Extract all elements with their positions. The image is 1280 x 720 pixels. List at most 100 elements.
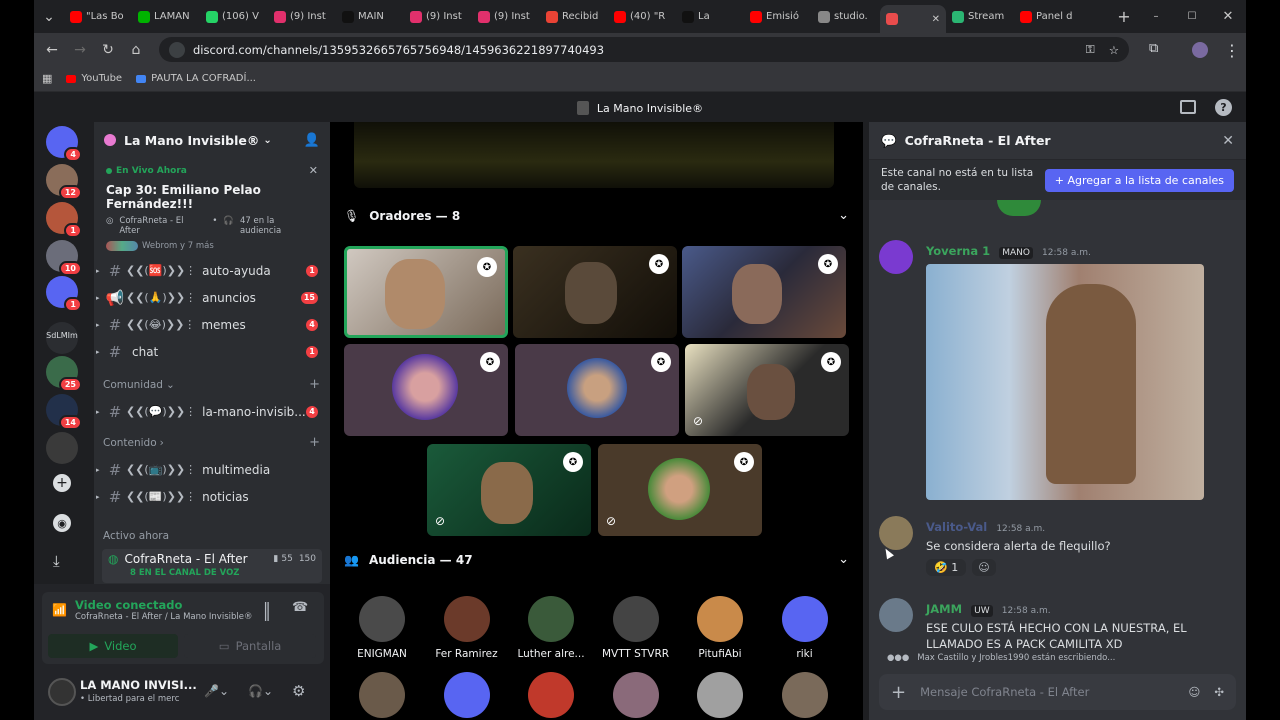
browser-tab[interactable]: (40) "R [608,5,676,29]
audience-member[interactable]: MVTT STVRR [601,596,671,660]
apps-grid-icon[interactable]: ▦ [42,72,52,85]
browser-tab[interactable]: (9) Inst [404,5,472,29]
message-author[interactable]: Valito-Val [926,520,987,534]
server-icon[interactable]: 4 [46,126,82,162]
audience-member[interactable] [685,672,755,720]
audience-member[interactable]: ENIGMAN [347,596,417,660]
minimize-icon[interactable]: – [1138,11,1174,22]
message-composer[interactable]: + Mensaje CofraRneta - El After ☺ ✣ [879,674,1236,710]
speaker-tile[interactable]: ✪ [513,246,677,338]
channel-item[interactable]: ▸ # ❮❮(😂)❯❯⋮ memes 4 [94,311,330,338]
reaction-pill[interactable]: 🤣 1 [926,559,967,576]
browser-tab[interactable]: studio. [812,5,880,29]
speaker-tile[interactable]: ✪ ⊘ [598,444,762,536]
audience-member[interactable] [516,672,586,720]
category-contenido[interactable]: Contenido › + [94,429,330,456]
speaker-tile[interactable]: ✪ ⊘ [685,344,849,436]
address-bar[interactable]: discord.com/channels/1359532665765756948… [159,37,1129,62]
download-icon[interactable]: ⤓ [53,552,60,570]
moderator-icon[interactable]: ✪ [818,254,838,274]
add-reaction-icon[interactable]: ☺ [972,559,996,576]
close-window-icon[interactable]: ✕ [1210,9,1246,24]
audience-member[interactable]: Luther alre... [516,596,586,660]
voice-activity-icon[interactable]: ║ [262,602,272,621]
server-icon[interactable]: 14 [46,394,82,430]
tab-search-icon[interactable]: ⌄ [34,9,64,25]
add-channel-icon[interactable]: + [309,435,320,450]
speaker-tile[interactable]: ✪ [515,344,679,436]
browser-tab[interactable]: "Las Bo [64,5,132,29]
attach-plus-icon[interactable]: + [891,682,906,703]
speaker-tile[interactable]: ✪ [344,344,508,436]
server-icon[interactable] [46,432,78,464]
audience-member[interactable]: Fer Ramirez [432,596,502,660]
server-icon[interactable]: 1 [46,276,82,312]
live-stage-card[interactable]: En Vivo Ahora ✕ Cap 30: Emiliano Pelao F… [102,160,322,255]
moderator-icon[interactable]: ✪ [734,452,754,472]
moderator-icon[interactable]: ✪ [563,452,583,472]
invite-people-icon[interactable]: 👤 [304,133,320,148]
bookmark-item[interactable]: YouTube [66,73,122,84]
browser-tab[interactable]: Panel d [1014,5,1082,29]
menu-kebab-icon[interactable]: ⋮ [1224,41,1240,60]
speaker-tile[interactable]: ✪ ⊘ [427,444,591,536]
speaker-tile[interactable]: ✪ [344,246,508,338]
message-author[interactable]: Yoverna 1 [926,244,990,258]
browser-tab[interactable]: ✕ [880,5,946,33]
user-avatar[interactable] [48,678,76,706]
password-key-icon[interactable]: ⚿ [1086,42,1095,57]
close-chat-icon[interactable]: ✕ [1222,133,1234,149]
channel-item[interactable]: ▸ # ❮❮(🆘)❯❯⋮ auto-ayuda 1 [94,257,330,284]
moderator-icon[interactable]: ✪ [477,257,497,277]
avatar[interactable] [879,516,913,550]
audience-member[interactable] [601,672,671,720]
tab-close-icon[interactable]: ✕ [932,14,940,25]
bookmark-item[interactable]: PAUTA LA COFRADÍ... [136,73,256,84]
browser-tab[interactable]: (106) V [200,5,268,29]
apps-icon[interactable]: ✣ [1214,685,1224,699]
add-server-icon[interactable]: + [53,474,71,492]
moderator-icon[interactable]: ✪ [651,352,671,372]
maximize-icon[interactable]: ☐ [1174,11,1210,22]
gif-attachment[interactable] [926,264,1204,500]
close-live-icon[interactable]: ✕ [309,164,318,177]
profile-avatar[interactable] [1192,42,1208,58]
emoji-icon[interactable]: ☺ [1188,685,1200,699]
message-author[interactable]: JAMM [926,602,962,616]
explore-icon[interactable]: ◉ [53,514,71,532]
audience-member[interactable] [432,672,502,720]
new-tab-icon[interactable]: + [1110,7,1138,26]
audience-member[interactable] [770,672,840,720]
extensions-icon[interactable]: ⧉ [1149,41,1158,56]
moderator-icon[interactable]: ✪ [821,352,841,372]
inbox-icon[interactable] [1180,100,1196,114]
active-voice-channel[interactable]: ◍ CofraRneta - El After ▮ 55 150 8 EN EL… [102,549,322,583]
server-icon[interactable]: SdLMIm [46,322,78,354]
add-to-channel-list-button[interactable]: + Agregar a la lista de canales [1044,168,1234,192]
back-icon[interactable]: ← [38,42,66,58]
add-channel-icon[interactable]: + [309,377,320,392]
browser-tab[interactable]: Stream [946,5,1014,29]
collapse-speakers-icon[interactable]: ⌄ [838,208,849,223]
microphone-icon[interactable]: 🎤⌄ [204,684,229,698]
browser-tab[interactable]: La [676,5,744,29]
server-icon[interactable]: 25 [46,356,82,392]
channel-item[interactable]: ▸ # ❮❮(📰)❯❯⋮ noticias [94,483,330,510]
forward-icon[interactable]: → [66,42,94,58]
bookmark-star-icon[interactable]: ☆ [1109,43,1119,57]
audience-member[interactable] [347,672,417,720]
server-icon[interactable]: 10 [46,240,82,276]
video-button[interactable]: ▶ Video [48,634,178,658]
channel-item[interactable]: ▸ # ❮❮(📺)❯❯⋮ multimedia [94,456,330,483]
audience-member[interactable]: riki [770,596,840,660]
channel-item[interactable]: ▸ # ❮❮(💬)❯❯⋮ la-mano-invisib... 4 [94,398,330,425]
browser-tab[interactable]: Emisió [744,5,812,29]
browser-tab[interactable]: (9) Inst [472,5,540,29]
speaker-tile[interactable]: ✪ [682,246,846,338]
avatar[interactable] [879,598,913,632]
reload-icon[interactable]: ↻ [94,42,122,58]
avatar[interactable] [879,240,913,274]
screen-share-button[interactable]: ▭ Pantalla [184,634,316,658]
browser-tab[interactable]: LAMAN [132,5,200,29]
headset-icon[interactable]: 🎧⌄ [248,684,273,698]
